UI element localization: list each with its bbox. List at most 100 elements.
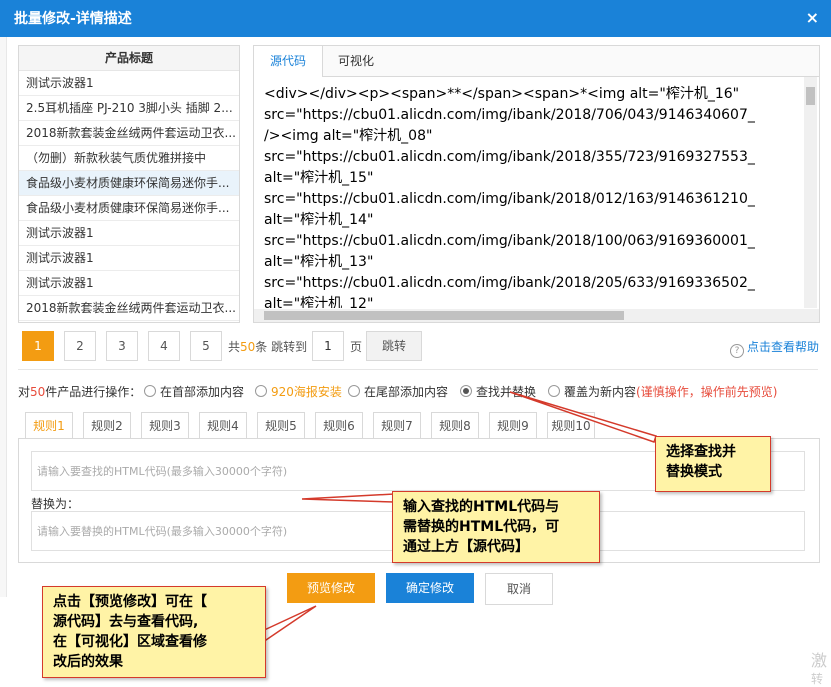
- page-button-2[interactable]: 2: [64, 331, 96, 361]
- product-list-item[interactable]: 2.5耳机插座 PJ-210 3脚小头 插脚 2...: [19, 96, 239, 121]
- rule-tab-10[interactable]: 规则10: [547, 412, 595, 439]
- total-suffix: 条 跳转到: [255, 340, 308, 354]
- code-line: src="https://cbu01.alicdn.com/img/ibank/…: [264, 233, 755, 249]
- code-line: <div></div><p><span>**</span><span>*<img…: [264, 86, 740, 102]
- operation-options: 对50件产品进行操作： 在首部添加内容 920海报安装 在尾部添加内容 查找并替…: [18, 383, 818, 401]
- code-line: src="https://cbu01.alicdn.com/img/ibank/…: [264, 149, 755, 165]
- operation-prefix: 对50件产品进行操作：: [18, 383, 141, 400]
- rule-tab-7[interactable]: 规则7: [373, 412, 421, 439]
- callout-preview-line-4: 改后的效果: [53, 654, 123, 670]
- total-count-text: 共50条 跳转到: [228, 338, 307, 355]
- operation-prefix-b: 件产品进行操作：: [45, 385, 142, 399]
- watermark-sub: 转: [810, 672, 823, 686]
- page-button-1[interactable]: 1: [22, 331, 54, 361]
- callout-select-mode: 选择查找并 替换模式: [655, 436, 771, 492]
- callout-preview-line-3: 在【可视化】区域查看修: [53, 634, 207, 650]
- preview-button[interactable]: 预览修改: [287, 573, 375, 603]
- vertical-scrollbar[interactable]: [804, 77, 817, 308]
- left-edge: [0, 37, 7, 597]
- tab-visual[interactable]: 可视化: [322, 46, 390, 76]
- product-list-item[interactable]: 2018新款套装金丝绒两件套运动卫衣...: [19, 296, 239, 321]
- product-list: 测试示波器1 2.5耳机插座 PJ-210 3脚小头 插脚 2... 2018新款套…: [19, 71, 239, 321]
- option-add-tail-label: 在尾部添加内容: [364, 385, 449, 399]
- jump-button[interactable]: 跳转: [366, 331, 422, 361]
- rule-tab-2[interactable]: 规则2: [83, 412, 131, 439]
- product-list-item[interactable]: 测试示波器1: [19, 246, 239, 271]
- option-find-replace-label: 查找并替换: [476, 385, 537, 399]
- rule-tab-4[interactable]: 规则4: [199, 412, 247, 439]
- page-unit-label: 页: [350, 340, 363, 354]
- overwrite-warning: (谨慎操作，操作前先预览): [636, 385, 778, 399]
- operation-prefix-a: 对: [18, 385, 31, 399]
- callout-mode-line-1: 选择查找并: [666, 444, 736, 460]
- callout-preview-line-2: 源代码】去与查看代码,: [53, 614, 199, 630]
- callout-input-line-2: 需替换的HTML代码，可: [403, 519, 560, 535]
- rule-tab-6[interactable]: 规则6: [315, 412, 363, 439]
- horizontal-scroll-thumb[interactable]: [264, 311, 624, 320]
- dialog-titlebar: 批量修改-详情描述 ×: [0, 0, 831, 37]
- rule-tab-1[interactable]: 规则1: [25, 412, 73, 439]
- product-list-item[interactable]: 测试示波器1: [19, 71, 239, 96]
- page-button-4[interactable]: 4: [148, 331, 180, 361]
- option-overwrite[interactable]: 覆盖为新内容(谨慎操作，操作前先预览): [548, 383, 777, 400]
- rule-tab-5[interactable]: 规则5: [257, 412, 305, 439]
- close-icon[interactable]: ×: [806, 8, 819, 27]
- code-line: alt="榨汁机_12": [264, 296, 374, 308]
- product-list-item[interactable]: 测试示波器1: [19, 221, 239, 246]
- rule-tab-8[interactable]: 规则8: [431, 412, 479, 439]
- callout-mode-line-2: 替换模式: [666, 464, 722, 480]
- product-list-header: 产品标题: [19, 46, 239, 71]
- radio-icon[interactable]: [255, 385, 267, 397]
- option-add-head-label: 在首部添加内容: [160, 385, 245, 399]
- jump-page-input[interactable]: 1: [312, 331, 344, 361]
- product-list-item[interactable]: 测试示波器1: [19, 271, 239, 296]
- total-count: 50: [240, 340, 256, 354]
- rule-tab-3[interactable]: 规则3: [141, 412, 189, 439]
- horizontal-scrollbar[interactable]: [254, 309, 819, 322]
- callout-preview: 点击【预览修改】可在【 源代码】去与查看代码, 在【可视化】区域查看修 改后的效…: [42, 586, 266, 678]
- product-list-item[interactable]: 食品级小麦材质健康环保简易迷你手...: [19, 196, 239, 221]
- rule-tab-9[interactable]: 规则9: [489, 412, 537, 439]
- code-line: alt="榨汁机_15": [264, 170, 374, 186]
- watermark: 激: [810, 651, 827, 670]
- radio-checked-icon[interactable]: [460, 385, 472, 397]
- operation-count: 50: [30, 385, 46, 399]
- confirm-button[interactable]: 确定修改: [386, 573, 474, 603]
- code-line: alt="榨汁机_13": [264, 254, 374, 270]
- option-overwrite-label: 覆盖为新内容: [564, 385, 637, 399]
- editor-tabs: 源代码 可视化: [254, 46, 819, 77]
- help-label: 点击查看帮助: [747, 340, 820, 354]
- option-find-replace[interactable]: 查找并替换: [460, 383, 536, 400]
- help-link[interactable]: ? 点击查看帮助: [730, 338, 819, 358]
- product-list-item[interactable]: 食品级小麦材质健康环保简易迷你手...: [19, 171, 239, 196]
- source-code-editor[interactable]: <div></div><p><span>**</span><span>*<img…: [264, 84, 799, 308]
- option-add-head[interactable]: 在首部添加内容: [144, 383, 244, 400]
- option-add-tail[interactable]: 在尾部添加内容: [348, 383, 448, 400]
- option-poster-install[interactable]: 920海报安装: [255, 383, 342, 400]
- code-line: /><img alt="榨汁机_08": [264, 128, 433, 144]
- editor-panel: 源代码 可视化 <div></div><p><span>**</span><sp…: [253, 45, 820, 323]
- code-line: src="https://cbu01.alicdn.com/img/ibank/…: [264, 107, 755, 123]
- divider: [18, 369, 818, 370]
- replace-label: 替换为：: [31, 497, 80, 511]
- vertical-scroll-thumb[interactable]: [806, 87, 815, 105]
- option-poster-install-label: 920海报安装: [271, 385, 342, 399]
- radio-icon[interactable]: [144, 385, 156, 397]
- dialog-title: 批量修改-详情描述: [14, 11, 132, 27]
- help-icon: ?: [730, 344, 744, 358]
- callout-preview-line-1: 点击【预览修改】可在【: [53, 594, 207, 610]
- page-button-3[interactable]: 3: [106, 331, 138, 361]
- code-line: alt="榨汁机_14": [264, 212, 374, 228]
- product-list-item[interactable]: （勿删）新款秋装气质优雅拼接中: [19, 146, 239, 171]
- cancel-button[interactable]: 取消: [485, 573, 553, 605]
- code-line: src="https://cbu01.alicdn.com/img/ibank/…: [264, 275, 755, 291]
- callout-input-line-3: 通过上方【源代码】: [403, 539, 529, 555]
- page-button-5[interactable]: 5: [190, 331, 222, 361]
- product-list-item[interactable]: 2018新款套装金丝绒两件套运动卫衣...: [19, 121, 239, 146]
- tab-source-code[interactable]: 源代码: [254, 46, 324, 77]
- rule-tabs: 规则1 规则2 规则3 规则4 规则5 规则6 规则7 规则8 规则9 规则10: [18, 408, 818, 439]
- code-line: src="https://cbu01.alicdn.com/img/ibank/…: [264, 191, 755, 207]
- radio-icon[interactable]: [548, 385, 560, 397]
- total-prefix: 共: [228, 340, 241, 354]
- radio-icon[interactable]: [348, 385, 360, 397]
